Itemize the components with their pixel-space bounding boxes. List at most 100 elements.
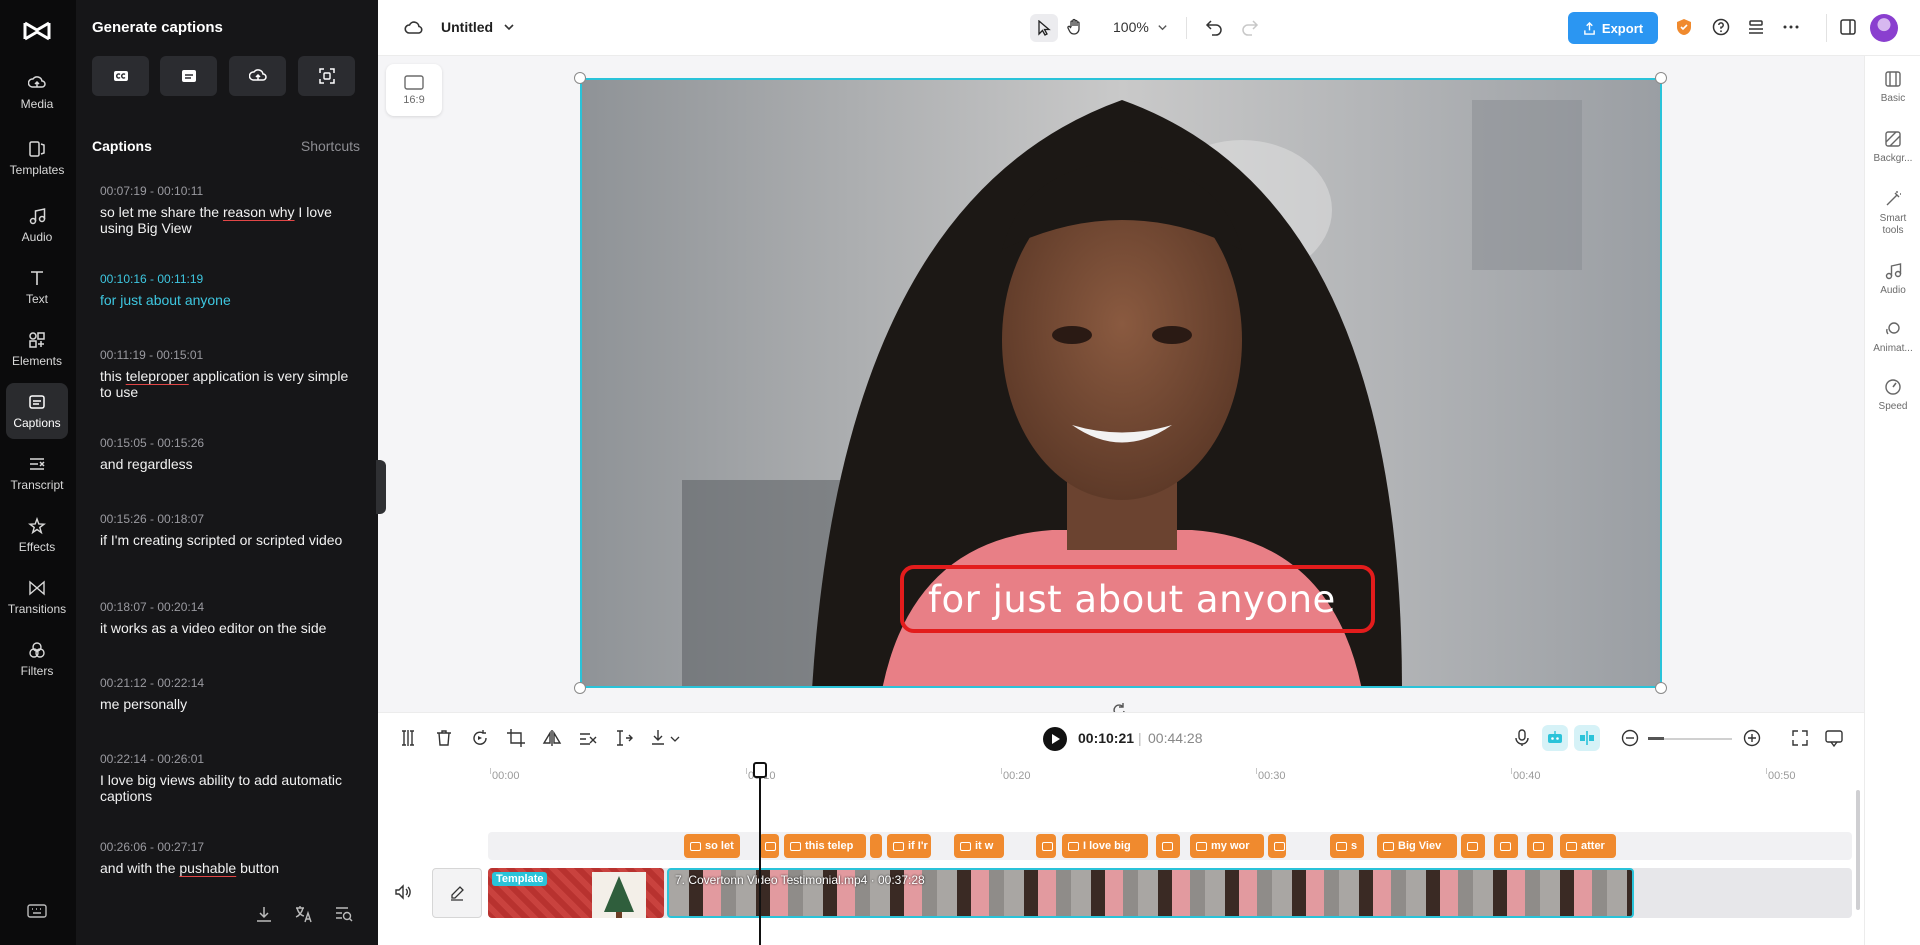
keyboard-icon[interactable]	[27, 903, 47, 919]
caption-clip[interactable]: atter	[1560, 834, 1616, 858]
ai-toggle-button[interactable]	[1542, 725, 1568, 751]
caption-overlay-text[interactable]: for just about anyone	[928, 578, 1336, 621]
caption-clip[interactable]: Big Viev	[1377, 834, 1457, 858]
undo-button[interactable]	[1205, 18, 1223, 36]
aspect-ratio-button[interactable]: 16:9	[386, 64, 442, 116]
resize-handle-top-left[interactable]	[574, 72, 586, 84]
caption-item[interactable]: 00:26:06 - 00:27:17 and with the pushabl…	[100, 840, 362, 876]
cloud-status[interactable]	[404, 18, 424, 38]
caption-clip[interactable]	[1156, 834, 1180, 858]
rail-effects[interactable]: Effects	[6, 507, 68, 563]
download-icon[interactable]	[650, 728, 670, 748]
template-clip[interactable]: Template	[488, 868, 664, 918]
zoom-out-icon[interactable]	[1620, 728, 1640, 748]
panel-collapse-handle[interactable]	[376, 460, 386, 514]
rail-text[interactable]: Text	[6, 259, 68, 315]
play-button[interactable]	[1043, 727, 1067, 751]
rightbar-audio[interactable]: Audio	[1865, 262, 1920, 297]
project-name-dropdown[interactable]: Untitled	[441, 19, 515, 35]
caption-clip[interactable]	[870, 834, 882, 858]
chevron-down-icon[interactable]	[670, 734, 680, 744]
upload-captions-button[interactable]	[229, 56, 286, 96]
resize-handle-top-right[interactable]	[1655, 72, 1667, 84]
playhead-handle[interactable]	[753, 762, 767, 778]
volume-icon[interactable]	[394, 883, 412, 901]
download-icon[interactable]	[254, 905, 274, 923]
shield-button[interactable]	[1675, 18, 1693, 36]
rail-elements[interactable]: Elements	[6, 321, 68, 377]
caption-clip[interactable]: my wor	[1190, 834, 1264, 858]
resize-handle-bottom-right[interactable]	[1655, 682, 1667, 694]
avatar[interactable]	[1870, 14, 1898, 42]
split-icon[interactable]	[398, 728, 418, 748]
caption-clip[interactable]: s	[1330, 834, 1364, 858]
caption-text[interactable]: me personally	[100, 696, 362, 712]
shortcuts-link[interactable]: Shortcuts	[301, 138, 360, 154]
rail-audio[interactable]: Audio	[6, 197, 68, 253]
caption-text[interactable]: so let me share the reason why I love us…	[100, 204, 362, 236]
caption-clip[interactable]: this telep	[784, 834, 866, 858]
caption-item[interactable]: 00:15:05 - 00:15:26 and regardless	[100, 436, 362, 472]
rail-media[interactable]: Media	[6, 64, 68, 120]
rightbar-background[interactable]: Backgr...	[1865, 130, 1920, 165]
caption-clip[interactable]	[1494, 834, 1518, 858]
rail-transitions[interactable]: Transitions	[6, 569, 68, 625]
capcut-logo-icon[interactable]	[22, 18, 52, 44]
caption-clip[interactable]: I love big	[1062, 834, 1148, 858]
caption-text[interactable]: this teleproper application is very simp…	[100, 368, 362, 400]
rightbar-speed[interactable]: Speed	[1865, 378, 1920, 413]
snap-toggle-button[interactable]	[1574, 725, 1600, 751]
toggle-panel-button[interactable]	[1839, 18, 1857, 36]
rail-templates[interactable]: Templates	[6, 130, 68, 186]
project-name[interactable]: Untitled	[441, 19, 493, 35]
caption-text[interactable]: for just about anyone	[100, 292, 362, 308]
caption-clip[interactable]	[1036, 834, 1056, 858]
caption-item-active[interactable]: 00:10:16 - 00:11:19 for just about anyon…	[100, 272, 362, 308]
auto-captions-button[interactable]	[92, 56, 149, 96]
caption-clip[interactable]: it w	[954, 834, 1004, 858]
caption-item[interactable]: 00:07:19 - 00:10:11 so let me share the …	[100, 184, 362, 236]
manual-captions-button[interactable]	[160, 56, 217, 96]
video-clip[interactable]: 7. Covertonn Video Testimonial.mp4 · 00:…	[667, 868, 1634, 918]
caption-clip[interactable]	[1461, 834, 1485, 858]
more-button[interactable]	[1782, 18, 1800, 36]
rail-captions[interactable]: Captions	[6, 383, 68, 439]
rightbar-basic[interactable]: Basic	[1865, 70, 1920, 105]
flip-icon[interactable]	[542, 728, 562, 748]
caption-clip[interactable]	[1527, 834, 1553, 858]
translate-icon[interactable]	[294, 905, 314, 923]
rail-transcript[interactable]: Transcript	[6, 445, 68, 501]
feedback-icon[interactable]	[1824, 728, 1844, 748]
scan-captions-button[interactable]	[298, 56, 355, 96]
caption-text[interactable]: it works as a video editor on the side	[100, 620, 362, 636]
rail-filters[interactable]: Filters	[6, 631, 68, 687]
caption-text[interactable]: and regardless	[100, 456, 362, 472]
resize-handle-bottom-left[interactable]	[574, 682, 586, 694]
caption-item[interactable]: 00:22:14 - 00:26:01 I love big views abi…	[100, 752, 362, 804]
trim-icon[interactable]	[614, 728, 634, 748]
edit-cover-button[interactable]	[432, 868, 482, 918]
zoom-dropdown[interactable]: 100%	[1113, 19, 1168, 35]
zoom-in-icon[interactable]	[1742, 728, 1762, 748]
hand-tool-button[interactable]	[1066, 18, 1084, 36]
caption-item[interactable]: 00:15:26 - 00:18:07 if I'm creating scri…	[100, 512, 362, 548]
zoom-slider-thumb[interactable]	[1648, 737, 1664, 740]
playhead[interactable]	[759, 762, 761, 945]
caption-clip[interactable]	[1268, 834, 1286, 858]
caption-clip[interactable]: so let	[684, 834, 740, 858]
caption-item[interactable]: 00:11:19 - 00:15:01 this teleproper appl…	[100, 348, 362, 400]
caption-item[interactable]: 00:21:12 - 00:22:14 me personally	[100, 676, 362, 712]
rightbar-smart-tools[interactable]: Smart tools	[1865, 190, 1920, 237]
caption-clip[interactable]: if I'r	[887, 834, 931, 858]
loop-icon[interactable]	[470, 728, 490, 748]
crop-icon[interactable]	[506, 728, 526, 748]
caption-overlay[interactable]: for just about anyone	[900, 565, 1375, 633]
caption-item[interactable]: 00:18:07 - 00:20:14 it works as a video …	[100, 600, 362, 636]
caption-text[interactable]: I love big views ability to add automati…	[100, 772, 362, 804]
microphone-icon[interactable]	[1512, 728, 1532, 748]
delete-icon[interactable]	[434, 728, 454, 748]
timeline-scrollbar[interactable]	[1856, 790, 1860, 910]
timeline[interactable]: 00:00 00:10 00:20 00:30 00:40 00:50 so l…	[378, 762, 1864, 945]
redo-button[interactable]	[1241, 18, 1259, 36]
select-tool-button[interactable]	[1030, 14, 1058, 42]
